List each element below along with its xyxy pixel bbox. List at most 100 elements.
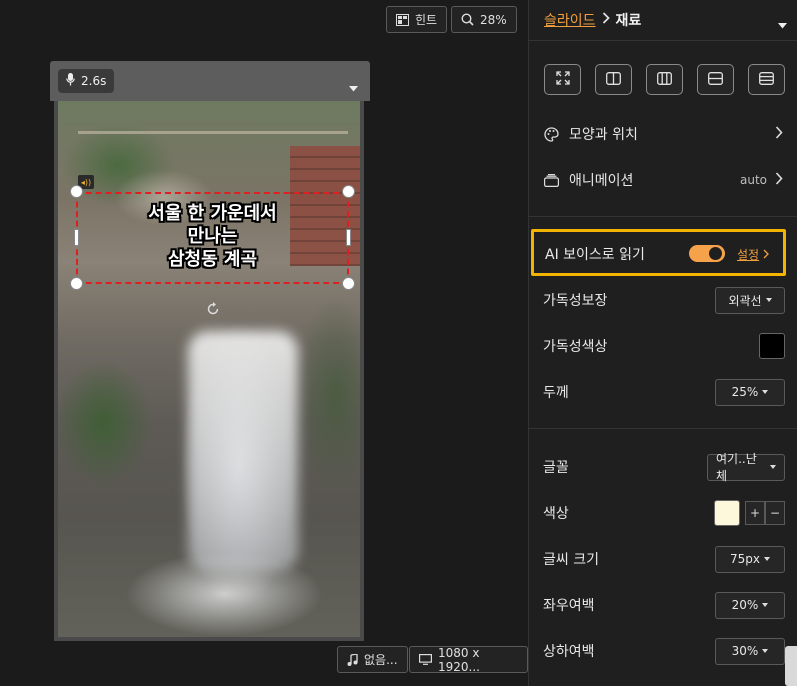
zoom-button[interactable]: 28% (451, 6, 517, 33)
waterfall-photo: ◂)) 서울 한 가운데서 만나는 삼청동 계곡 (58, 101, 360, 637)
frame-header: 2.6s (50, 61, 370, 101)
fullscreen-layout-button[interactable] (544, 64, 581, 95)
hint-button[interactable]: 힌트 (386, 6, 448, 33)
voice-duration-chip[interactable]: 2.6s (58, 69, 115, 93)
readability-guard-select[interactable]: 외곽선 (715, 286, 785, 314)
chevron-right-icon (775, 125, 783, 143)
three-column-layout-button[interactable] (646, 64, 683, 95)
plus-button[interactable]: + (745, 501, 765, 525)
shape-position-label: 모양과 위치 (569, 127, 638, 143)
font-value: 여기..난체 (716, 452, 757, 483)
vertical-margin-label: 상하여백 (543, 644, 595, 660)
ai-voice-label: AI 보이스로 읽기 (545, 247, 645, 263)
layers-icon (543, 172, 559, 188)
horizontal-margin-value: 20% (731, 598, 759, 612)
split-columns-icon (606, 70, 621, 89)
caption-line-3: 삼청동 계곡 (167, 249, 258, 270)
thickness-value: 25% (731, 385, 759, 399)
chevron-down-icon[interactable] (349, 77, 358, 96)
font-row: 글꼴 여기..난체 (543, 452, 785, 483)
audio-button[interactable]: 없음... (337, 646, 408, 673)
horizontal-margin-row: 좌우여백 20% (543, 591, 785, 619)
voice-duration: 2.6s (81, 74, 107, 88)
thickness-select[interactable]: 25% (715, 378, 785, 406)
expand-icon (555, 70, 570, 89)
waterfall (188, 331, 298, 571)
microphone-icon (66, 73, 75, 89)
settings-link-label: 설정 (737, 248, 760, 262)
ai-voice-row: AI 보이스로 읽기 설정 (531, 229, 786, 276)
side-tab[interactable] (785, 646, 797, 686)
caption-line-1: 서울 한 가운데서 (148, 203, 277, 224)
chevron-right-icon (775, 171, 783, 189)
thickness-row: 두께 25% (543, 378, 785, 406)
readability-guard-row: 가독성보장 외곽선 (543, 286, 785, 314)
zoom-label: 28% (480, 12, 507, 27)
text-color-row: 색상 + − (543, 499, 785, 527)
chevron-right-icon (602, 12, 610, 28)
font-select[interactable]: 여기..난체 (707, 452, 785, 483)
ai-voice-toggle[interactable] (689, 245, 725, 262)
breadcrumb-current: 재료 (615, 13, 642, 29)
caption-text[interactable]: 서울 한 가운데서 만나는 삼청동 계곡 (78, 202, 347, 271)
caption-selection[interactable]: 서울 한 가운데서 만나는 삼청동 계곡 (76, 192, 349, 284)
readability-guard-label: 가독성보장 (543, 293, 608, 309)
palette-icon (543, 126, 559, 142)
shape-position-row[interactable]: 모양과 위치 (543, 122, 783, 146)
fence (78, 131, 348, 171)
font-size-row: 글씨 크기 75px (543, 545, 785, 573)
three-columns-icon (657, 70, 672, 89)
font-size-value: 75px (730, 552, 760, 566)
rotate-icon[interactable] (206, 301, 220, 320)
animation-value: auto (739, 173, 767, 187)
split-vertical-layout-button[interactable] (595, 64, 632, 95)
resize-handle-top-left[interactable] (70, 185, 83, 198)
resize-handle-left[interactable] (74, 229, 79, 246)
vertical-margin-row: 상하여백 30% (543, 637, 785, 665)
vertical-margin-select[interactable]: 30% (715, 637, 785, 665)
resize-handle-top-right[interactable] (342, 185, 355, 198)
breadcrumb-slide[interactable]: 슬라이드 (544, 10, 596, 30)
minus-button[interactable]: − (765, 501, 785, 525)
canvas-area: 힌트 28% 2.6s ◂)) 서울 한 가운데서 만나는 삼청동 계곡 없음.… (0, 0, 528, 686)
animation-label: 애니메이션 (569, 173, 634, 189)
readability-guard-value: 외곽선 (728, 293, 762, 308)
chevron-right-icon (763, 248, 770, 262)
font-size-label: 글씨 크기 (543, 552, 599, 568)
font-label: 글꼴 (543, 460, 569, 476)
resolution-button[interactable]: 1080 x 1920... (409, 645, 528, 674)
hint-icon (396, 13, 409, 26)
resize-handle-bottom-right[interactable] (342, 277, 355, 290)
vertical-margin-value: 30% (731, 644, 759, 658)
audio-label: 없음... (364, 653, 398, 667)
readability-color-label: 가독성색상 (543, 339, 608, 355)
layout-buttons (544, 64, 785, 95)
music-note-icon (347, 653, 358, 666)
resize-handle-bottom-left[interactable] (70, 277, 83, 290)
readability-color-swatch[interactable] (759, 333, 785, 359)
chevron-down-icon[interactable] (778, 14, 787, 33)
properties-panel: 슬라이드 재료 모양과 위치 애니메이션 auto AI 보이스로 읽기 설정 … (528, 0, 797, 686)
font-size-select[interactable]: 75px (715, 545, 785, 573)
split-horizontal-layout-button[interactable] (697, 64, 734, 95)
divider (529, 216, 797, 217)
thickness-label: 두께 (543, 385, 569, 401)
breadcrumb: 슬라이드 재료 (544, 10, 641, 30)
readability-color-row: 가독성색상 (543, 332, 785, 360)
text-color-swatch[interactable] (714, 500, 740, 526)
caption-line-2: 만나는 (187, 226, 238, 247)
divider (529, 40, 797, 41)
animation-row[interactable]: 애니메이션 auto (543, 168, 783, 192)
divider (529, 428, 797, 429)
slide-preview: ◂)) 서울 한 가운데서 만나는 삼청동 계곡 (54, 101, 364, 641)
three-rows-icon (759, 70, 774, 89)
split-rows-icon (708, 70, 723, 89)
resolution-label: 1080 x 1920... (438, 645, 480, 674)
resize-handle-right[interactable] (346, 229, 351, 246)
three-row-layout-button[interactable] (748, 64, 785, 95)
search-icon (461, 13, 474, 26)
ai-voice-settings-link[interactable]: 설정 (737, 246, 770, 263)
horizontal-margin-select[interactable]: 20% (715, 591, 785, 619)
text-color-label: 색상 (543, 506, 569, 522)
monitor-icon (419, 654, 432, 665)
